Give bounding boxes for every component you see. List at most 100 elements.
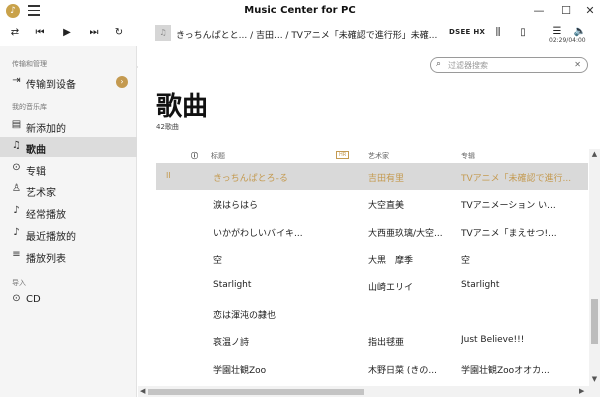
repeat-icon[interactable]: ↻ <box>112 26 126 40</box>
info-icon[interactable]: ⓘ <box>191 151 198 161</box>
row-title: きっちんぱとろ-る <box>213 174 288 184</box>
now-playing-info[interactable]: きっちんぱとと... / 吉田... / TVアニメ「未確認で進行形」未確... <box>176 28 446 41</box>
row-artist: 大黒 摩季 <box>368 256 414 266</box>
row-album: TVアニメーション い... <box>461 201 556 211</box>
recently-played-icon: ♪ <box>13 227 20 238</box>
sidebar-item-songs[interactable]: ♫ 歌曲 <box>0 137 137 157</box>
row-artist: 指出毬亜 <box>368 338 405 348</box>
table-row[interactable]: Starlight 山崎エリイ Starlight <box>156 272 588 299</box>
search-icon: ⌕ <box>436 59 442 69</box>
scroll-left-icon[interactable]: ◀ <box>140 387 145 395</box>
cd-icon: ⊙ <box>12 293 21 304</box>
row-title: いかがわしいバイキ... <box>213 229 303 239</box>
row-album: TVアニメ「まえせつ!... <box>461 229 557 239</box>
row-album: Just Believe!!! <box>461 335 525 345</box>
artist-icon: ♙ <box>12 183 21 194</box>
row-album: TVアニメ「未確認で進行... <box>461 174 572 184</box>
sidebar-item-label: 最近播放的 <box>26 232 76 243</box>
scroll-right-icon[interactable]: ▶ <box>579 387 584 395</box>
row-artist: 山崎エリイ <box>368 283 414 293</box>
transfer-device-icon: ⇥ <box>12 75 21 86</box>
row-artist: 吉田有里 <box>368 174 405 184</box>
column-header-album[interactable]: 专辑 <box>461 151 475 161</box>
frequently-played-icon: ♪ <box>13 205 20 216</box>
vertical-scrollbar[interactable]: ▲ ▼ <box>589 149 600 397</box>
sidebar-item-label: CD <box>26 294 41 305</box>
sidebar-item-label: 经常播放 <box>26 210 66 221</box>
table-row[interactable]: 涙はらはら 大空直美 TVアニメーション い... <box>156 190 588 217</box>
table-row[interactable]: 恋は渾沌の隷也 <box>156 300 588 327</box>
album-art-thumbnail[interactable]: ♫ <box>155 25 171 41</box>
table-row[interactable]: いかがわしいバイキ... 大西亜玖璃/大空... TVアニメ「まえせつ!... <box>156 218 588 245</box>
dsee-hx-toggle[interactable]: DSEE HX <box>449 28 485 36</box>
sidebar-item-label: 新添加的 <box>26 124 66 135</box>
sidebar-item-frequently-played[interactable]: ♪ 经常播放 <box>0 202 137 222</box>
sidebar-item-label: 歌曲 <box>26 145 46 156</box>
sidebar-item-label: 艺术家 <box>26 188 56 199</box>
play-icon[interactable]: ▶ <box>60 26 74 40</box>
previous-track-icon[interactable]: ⏮ <box>33 26 47 40</box>
hires-icon[interactable]: HR <box>336 151 350 159</box>
sidebar-item-albums[interactable]: ⊙ 专辑 <box>0 159 137 179</box>
horizontal-scrollbar[interactable]: ◀ ▶ <box>138 386 589 397</box>
playback-time: 02:29/04:00 <box>549 37 586 44</box>
search-placeholder: 过滤器搜索 <box>448 61 488 70</box>
sidebar-item-transfer[interactable]: ⇥ 传输到设备 › <box>0 72 137 92</box>
chevron-right-icon[interactable]: › <box>116 76 128 88</box>
filter-search-input[interactable]: ⌕ 过滤器搜索 ✕ <box>430 57 588 73</box>
song-count: 42歌曲 <box>156 123 179 131</box>
maximize-icon[interactable]: ☐ <box>558 3 574 19</box>
new-added-icon: ▤ <box>11 119 22 130</box>
sidebar-item-label: 传输到设备 <box>26 80 76 91</box>
row-title: 学園壮観Zoo <box>213 366 267 376</box>
equalizer-icon[interactable]: ⫼ <box>491 26 505 40</box>
table-row[interactable]: 空 大黒 摩季 空 <box>156 245 588 272</box>
sidebar-item-artists[interactable]: ♙ 艺术家 <box>0 180 137 200</box>
row-title: 涙はらはら <box>213 201 259 211</box>
row-title: 哀温ノ詩 <box>213 338 250 348</box>
sidebar-item-recently-played[interactable]: ♪ 最近播放的 <box>0 224 137 244</box>
row-artist: 大西亜玖璃/大空... <box>368 229 443 239</box>
table-row[interactable]: 学園壮観Zoo 木野日菜 (きの... 学園壮観Zooオオカ... <box>156 355 588 382</box>
row-album: 空 <box>461 256 471 266</box>
sidebar-item-label: 播放列表 <box>26 254 66 265</box>
library-section-header: 我的音乐库 <box>12 103 47 111</box>
title-bar: ♪ Music Center for PC — ☐ ✕ <box>0 0 600 22</box>
device-icon[interactable]: ▯ <box>516 26 530 40</box>
minimize-icon[interactable]: — <box>531 3 547 19</box>
column-header-title[interactable]: 标题 <box>211 151 225 161</box>
column-header-artist[interactable]: 艺术家 <box>368 151 389 161</box>
scroll-down-icon[interactable]: ▼ <box>589 375 600 383</box>
clear-icon[interactable]: ✕ <box>574 60 581 69</box>
main-content: ⌕ 过滤器搜索 ✕ 歌曲 42歌曲 ⓘ 标题 HR 艺术家 专辑 II きっちん… <box>138 46 600 397</box>
app-title: Music Center for PC <box>244 5 356 16</box>
row-title: 恋は渾沌の隷也 <box>213 311 277 321</box>
sidebar-item-new-added[interactable]: ▤ 新添加的 <box>0 116 137 136</box>
table-row[interactable]: II きっちんぱとろ-る 吉田有里 TVアニメ「未確認で進行... <box>156 163 588 190</box>
next-track-icon[interactable]: ⏭ <box>87 26 101 40</box>
table-header: ⓘ 标题 HR 艺术家 专辑 <box>138 149 588 163</box>
row-artist: 大空直美 <box>368 201 405 211</box>
now-playing-indicator-icon: II <box>166 171 171 180</box>
sidebar-item-playlists[interactable]: ≡ 播放列表 <box>0 246 137 266</box>
music-note-icon: ♫ <box>12 140 21 151</box>
close-icon[interactable]: ✕ <box>582 3 598 19</box>
import-section-header: 导入 <box>12 279 26 287</box>
transfer-section-header: 传输和管理 <box>12 60 47 68</box>
sidebar-item-label: 专辑 <box>26 167 46 178</box>
page-title: 歌曲 <box>156 92 209 122</box>
table-row[interactable]: 哀温ノ詩 指出毬亜 Just Believe!!! <box>156 327 588 354</box>
playlist-icon: ≡ <box>12 249 21 260</box>
row-artist: 木野日菜 (きの... <box>368 366 437 376</box>
row-title: Starlight <box>213 280 252 290</box>
row-album: Starlight <box>461 280 500 290</box>
shuffle-icon[interactable]: ⇄ <box>8 26 22 40</box>
sidebar-item-cd[interactable]: ⊙ CD <box>0 290 137 310</box>
row-title: 空 <box>213 256 223 266</box>
vertical-scroll-thumb[interactable] <box>591 299 598 344</box>
scroll-up-icon[interactable]: ▲ <box>589 150 600 158</box>
row-album: 学園壮観Zooオオカ... <box>461 366 550 376</box>
album-disc-icon: ⊙ <box>12 162 21 173</box>
player-bar: ⇄ ⏮ ▶ ⏭ ↻ ♫ きっちんぱとと... / 吉田... / TVアニメ「未… <box>0 22 600 68</box>
horizontal-scroll-thumb[interactable] <box>148 389 364 395</box>
